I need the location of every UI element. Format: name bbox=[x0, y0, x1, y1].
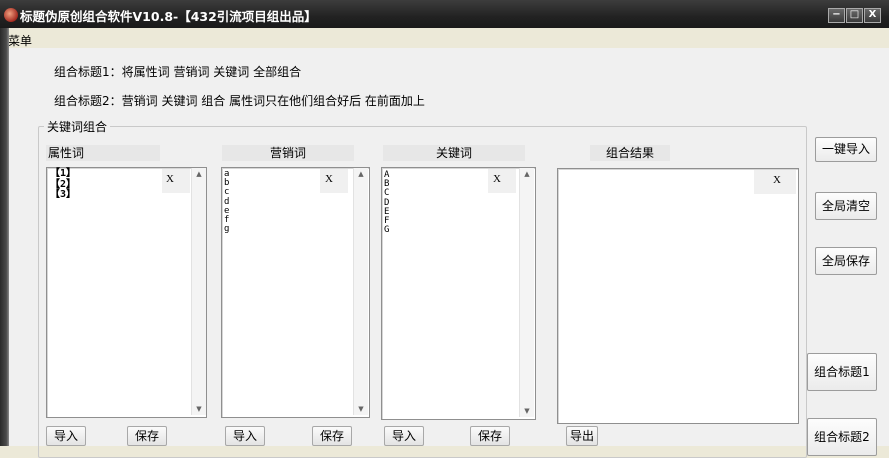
keyword-import-button[interactable]: 导入 bbox=[384, 426, 424, 446]
attribute-import-button[interactable]: 导入 bbox=[46, 426, 86, 446]
menu-bar bbox=[0, 28, 889, 48]
keyword-list-content: A B C D E F G bbox=[384, 170, 390, 236]
column-header-result: 组合结果 bbox=[590, 145, 670, 161]
group-legend: 关键词组合 bbox=[44, 118, 111, 135]
attribute-scrollbar[interactable]: ▲ ▼ bbox=[191, 168, 206, 415]
scroll-up-arrow-icon[interactable]: ▲ bbox=[192, 168, 206, 180]
result-list[interactable]: X bbox=[557, 168, 799, 424]
marketing-scrollbar[interactable]: ▲ ▼ bbox=[353, 168, 368, 415]
column-header-keyword: 关键词 bbox=[383, 145, 525, 161]
description-line-1: 组合标题1：将属性词 营销词 关键词 全部组合 bbox=[54, 65, 302, 79]
marketing-list-content: a b c d e f g bbox=[224, 169, 230, 235]
scroll-down-arrow-icon[interactable]: ▼ bbox=[354, 403, 368, 415]
attribute-list[interactable]: 【1】 【2】 【3】 X ▲ ▼ bbox=[46, 167, 207, 418]
scroll-up-arrow-icon[interactable]: ▲ bbox=[520, 168, 534, 180]
scroll-up-arrow-icon[interactable]: ▲ bbox=[354, 168, 368, 180]
window-title: 标题伪原创组合软件V10.8-【432引流项目组出品】 bbox=[20, 9, 317, 24]
attribute-save-button[interactable]: 保存 bbox=[127, 426, 167, 446]
keyword-clear-button[interactable]: X bbox=[493, 173, 501, 185]
attribute-clear-button[interactable]: X bbox=[166, 173, 174, 185]
keyword-scrollbar[interactable]: ▲ ▼ bbox=[519, 168, 534, 417]
keyword-save-button[interactable]: 保存 bbox=[470, 426, 510, 446]
column-header-marketing: 营销词 bbox=[222, 145, 354, 161]
scroll-down-arrow-icon[interactable]: ▼ bbox=[192, 403, 206, 415]
marketing-save-button[interactable]: 保存 bbox=[312, 426, 352, 446]
column-header-attribute: 属性词 bbox=[46, 145, 160, 161]
description-line-2: 组合标题2：营销词 关键词 组合 属性词只在他们组合好后 在前面加上 bbox=[54, 94, 425, 108]
result-export-button[interactable]: 导出 bbox=[566, 426, 598, 446]
app-logo-icon bbox=[4, 8, 18, 22]
window-left-edge bbox=[0, 28, 9, 446]
marketing-list[interactable]: a b c d e f g X ▲ ▼ bbox=[221, 167, 370, 418]
close-button[interactable]: X bbox=[864, 8, 881, 23]
menu-item-menu[interactable]: 菜单 bbox=[8, 32, 32, 49]
combine-title-2-button[interactable]: 组合标题2 bbox=[807, 418, 877, 456]
marketing-clear-button[interactable]: X bbox=[325, 173, 333, 185]
minimize-button[interactable]: − bbox=[828, 8, 845, 23]
keyword-list[interactable]: A B C D E F G X ▲ ▼ bbox=[381, 167, 536, 420]
marketing-import-button[interactable]: 导入 bbox=[225, 426, 265, 446]
result-clear-button[interactable]: X bbox=[773, 174, 781, 186]
save-all-button[interactable]: 全局保存 bbox=[815, 247, 877, 275]
attribute-list-content: 【1】 【2】 【3】 bbox=[50, 168, 77, 200]
clear-all-button[interactable]: 全局清空 bbox=[815, 192, 877, 220]
maximize-button[interactable]: □ bbox=[846, 8, 863, 23]
combine-title-1-button[interactable]: 组合标题1 bbox=[807, 353, 877, 391]
scroll-down-arrow-icon[interactable]: ▼ bbox=[520, 405, 534, 417]
import-all-button[interactable]: 一键导入 bbox=[815, 137, 877, 162]
